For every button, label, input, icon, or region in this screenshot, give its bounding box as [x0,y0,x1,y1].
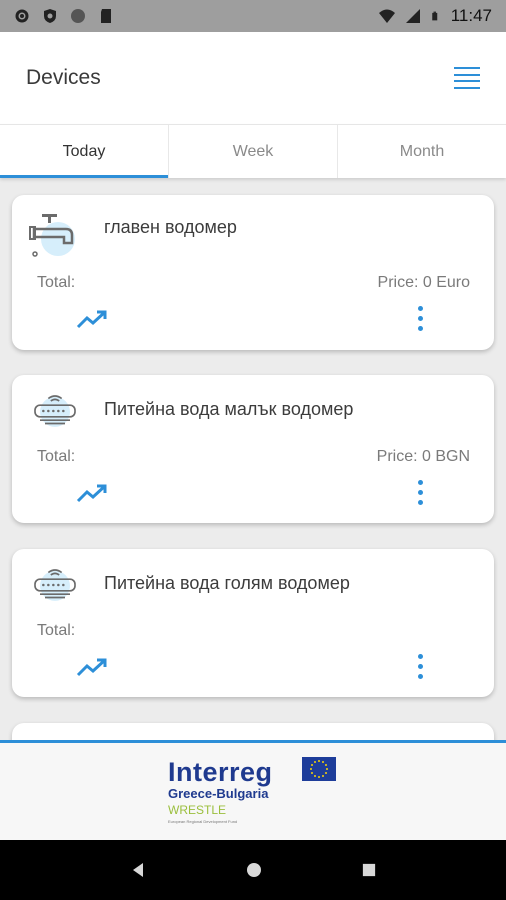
logo-region: Greece-Bulgaria [168,786,269,801]
battery-icon [431,11,437,21]
trending-up-icon[interactable] [76,309,108,329]
home-icon[interactable] [246,862,262,878]
total-label: Total: [37,622,76,639]
app-header: Devices [0,32,506,124]
back-icon[interactable] [130,862,146,878]
more-options-icon[interactable] [418,306,424,331]
sd-card-icon [101,9,111,23]
settings-icon [15,9,29,23]
logo-project: WRESTLE [168,803,227,817]
water-meter-icon [34,395,76,427]
trending-up-icon[interactable] [76,483,108,503]
tab-today[interactable]: Today [0,125,169,178]
logo-fine-print: European Regional Development Fund [168,819,238,824]
total-label: Total: [37,448,76,465]
device-card[interactable]: Питейна вода малък водомер Total: Price:… [12,375,494,523]
wifi-icon [378,9,395,23]
device-card[interactable]: Питейна вода голям водомер Total: [12,549,494,697]
signal-icon [405,9,420,23]
device-card[interactable] [12,723,494,740]
tab-month[interactable]: Month [338,125,506,178]
more-options-icon[interactable] [418,654,424,679]
status-bar: 11:47 [0,0,506,32]
device-name: Питейна вода голям водомер [104,573,350,593]
price-label: Price: 0 Euro [377,274,470,291]
tab-week[interactable]: Week [169,125,338,178]
more-options-icon[interactable] [418,480,424,505]
status-time: 11:47 [450,6,492,25]
page-title: Devices [26,66,101,89]
device-list: главен водомер Total: Price: 0 Euro Пите… [0,178,506,740]
water-tap-icon [29,214,75,257]
recents-icon[interactable] [362,863,376,877]
menu-lines-icon[interactable] [454,67,480,89]
total-label: Total: [37,274,76,291]
device-name: главен водомер [104,217,237,237]
eu-flag-icon [302,757,336,781]
device-card[interactable]: главен водомер Total: Price: 0 Euro [12,195,494,350]
shield-icon [44,9,56,23]
price-label: Price: 0 BGN [376,448,470,465]
water-meter-icon [34,569,76,601]
system-nav-bar [0,840,506,900]
footer: Interreg Greece-Bulgaria WRESTLE Europea… [0,740,506,840]
trending-up-icon[interactable] [76,657,108,677]
period-tabs: Today Week Month [0,124,506,178]
device-name: Питейна вода малък водомер [104,399,354,419]
circle-icon [71,9,85,23]
